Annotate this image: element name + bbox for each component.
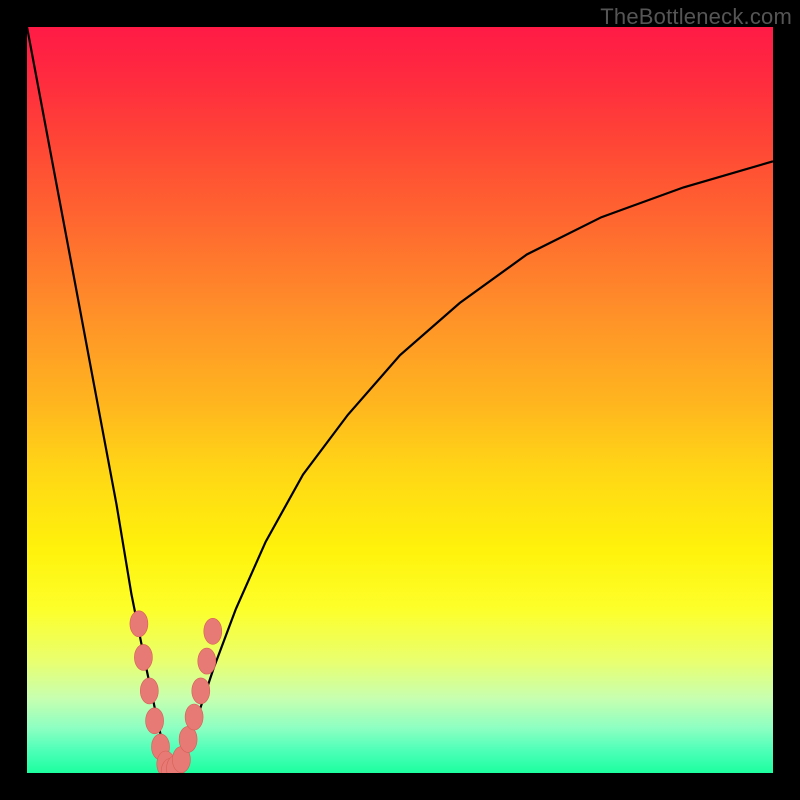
bead-marker: [140, 678, 158, 704]
bottleneck-curve-svg: [27, 27, 773, 773]
bead-marker: [130, 611, 148, 637]
bead-marker: [192, 678, 210, 704]
bead-marker: [198, 648, 216, 674]
curve-right-branch: [170, 161, 773, 773]
bead-marker: [204, 618, 222, 644]
bead-marker: [146, 708, 164, 734]
plot-area: [27, 27, 773, 773]
watermark-text: TheBottleneck.com: [600, 4, 792, 30]
bead-marker: [179, 726, 197, 752]
marker-beads: [130, 611, 222, 773]
chart-frame: TheBottleneck.com: [0, 0, 800, 800]
bead-marker: [185, 704, 203, 730]
bead-marker: [134, 644, 152, 670]
